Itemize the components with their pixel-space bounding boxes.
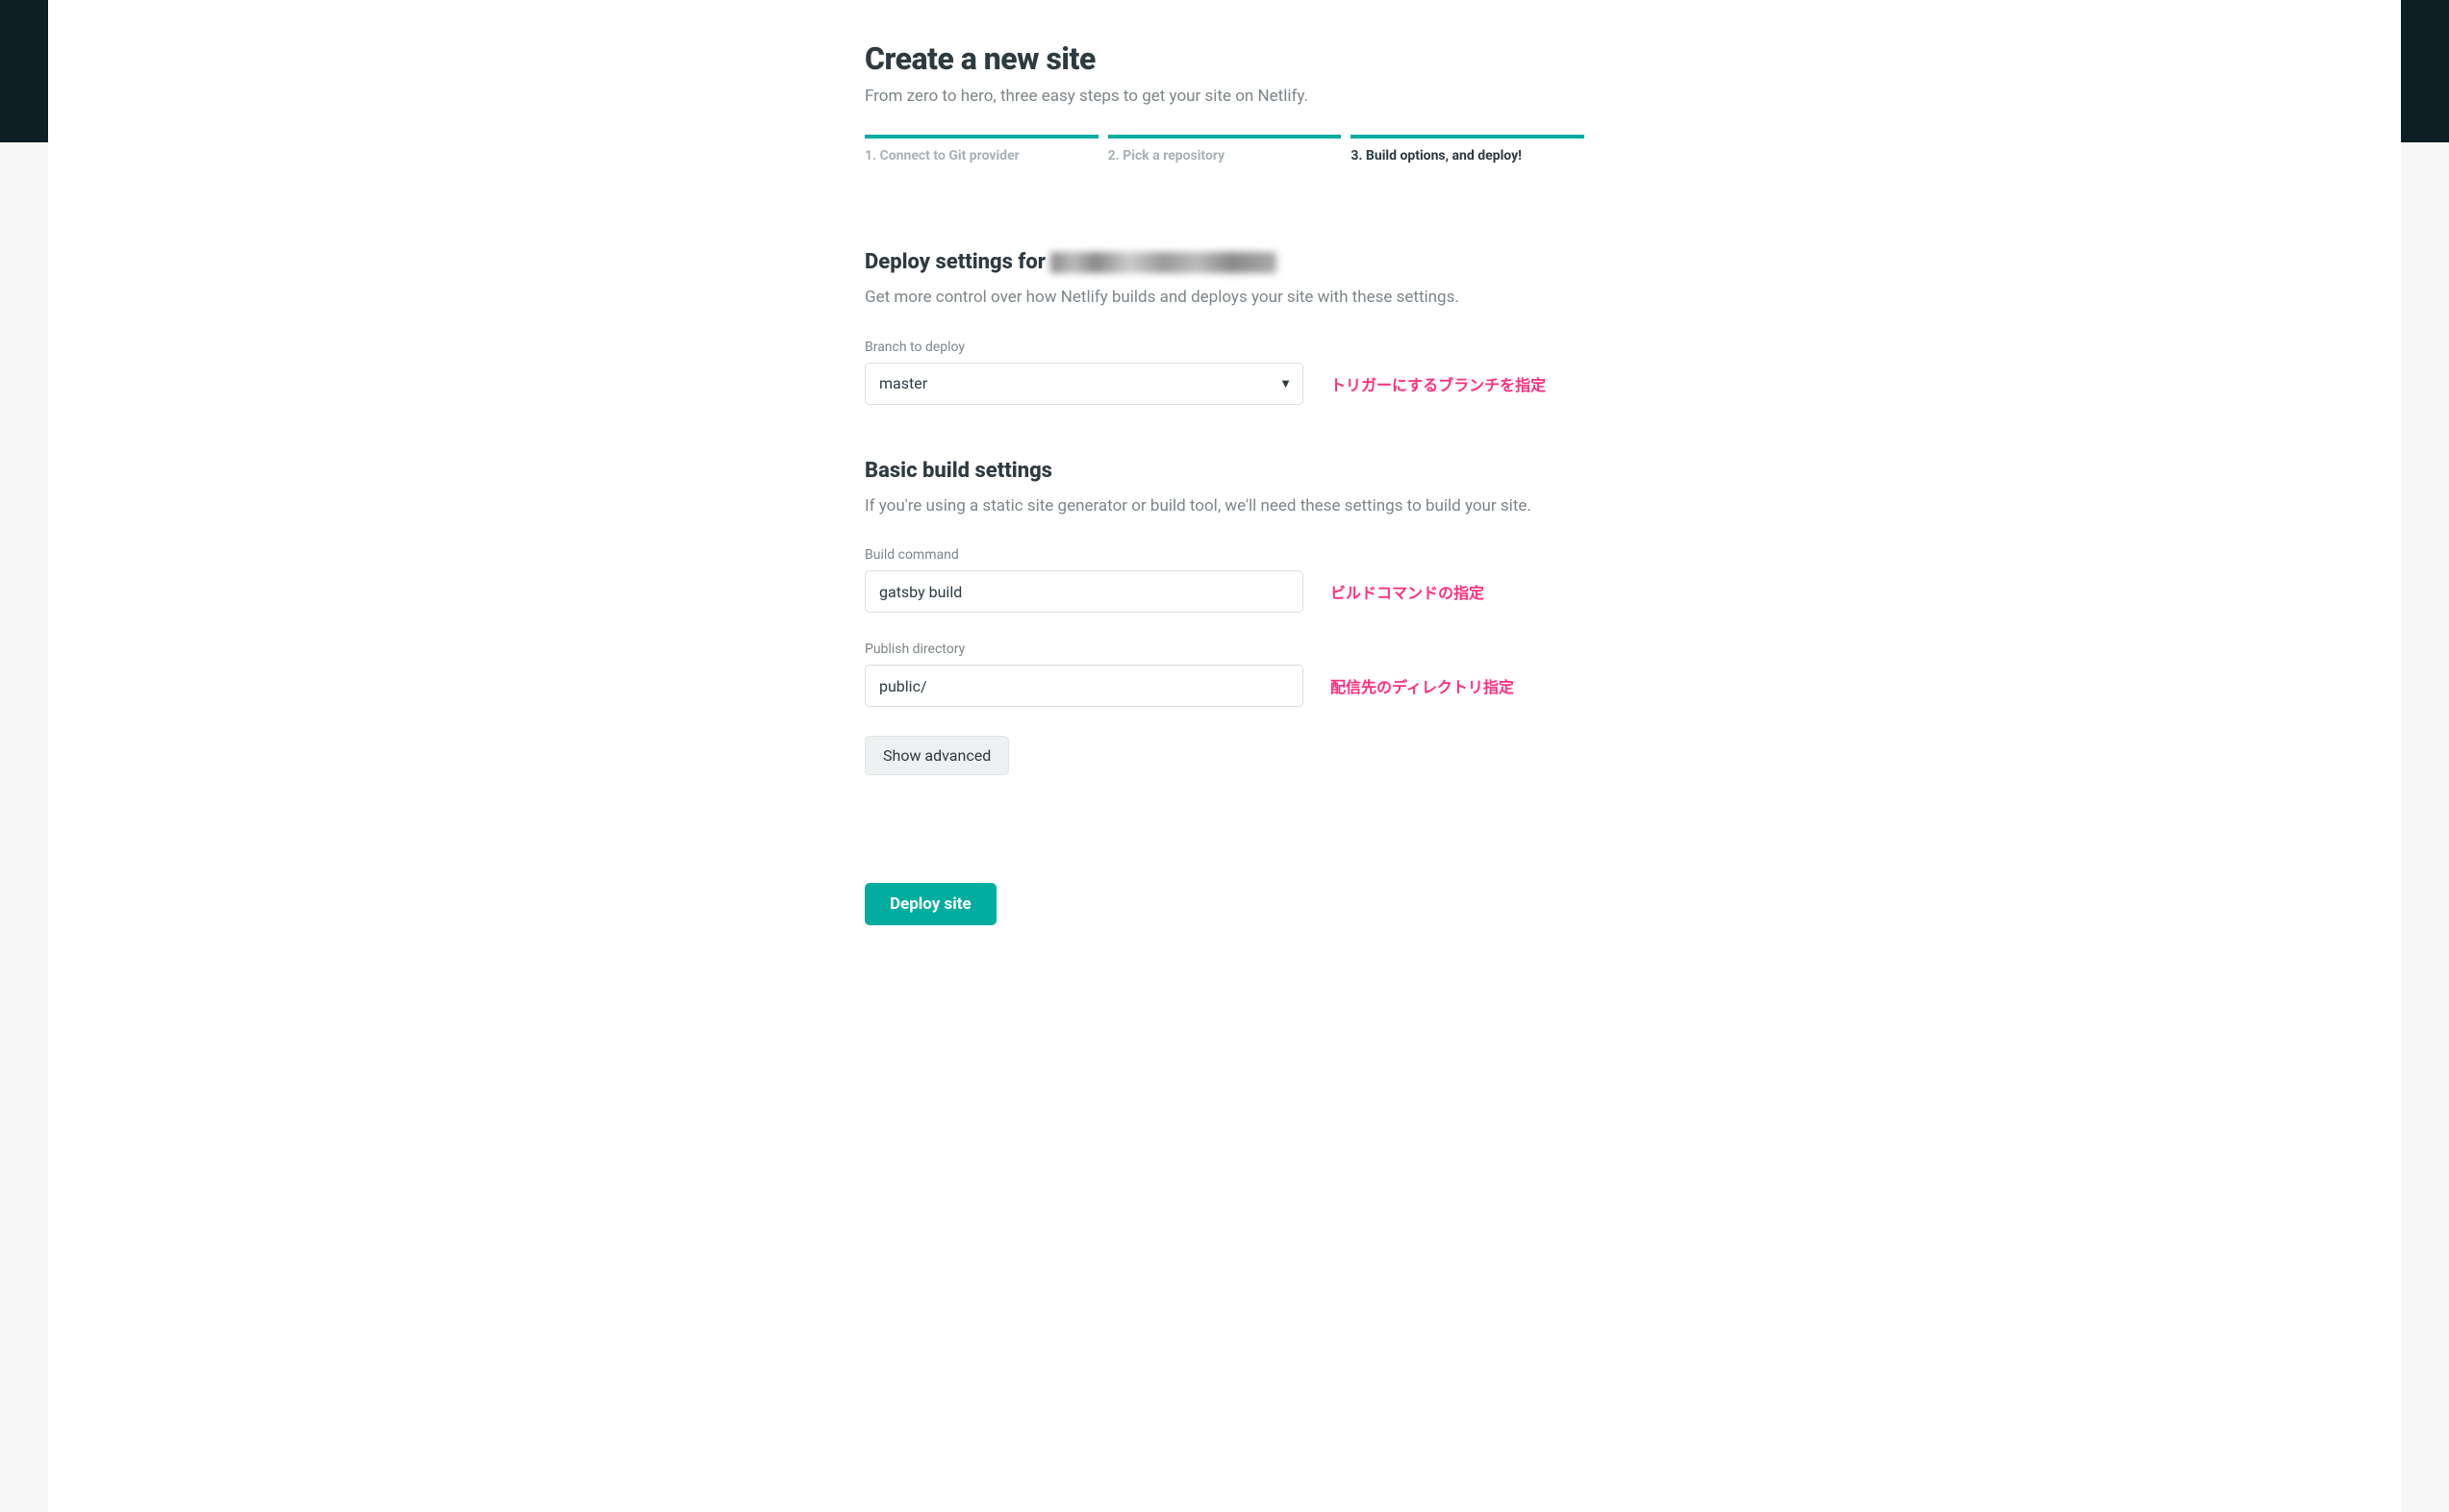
page-title: Create a new site bbox=[865, 40, 1584, 77]
content-container: Create a new site From zero to hero, thr… bbox=[865, 0, 1584, 925]
build-command-field-group: Build command ビルドコマンドの指定 bbox=[865, 547, 1584, 613]
build-command-input[interactable] bbox=[865, 570, 1303, 613]
step-2-pick-repo[interactable]: 2. Pick a repository bbox=[1108, 135, 1342, 164]
page-subtitle: From zero to hero, three easy steps to g… bbox=[865, 87, 1584, 106]
annotation-build-command: ビルドコマンドの指定 bbox=[1330, 580, 1484, 603]
build-settings-title: Basic build settings bbox=[865, 459, 1584, 483]
branch-label: Branch to deploy bbox=[865, 340, 1584, 355]
page-card: Create a new site From zero to hero, thr… bbox=[48, 0, 2401, 1512]
publish-dir-label: Publish directory bbox=[865, 642, 1584, 657]
build-settings-description: If you're using a static site generator … bbox=[865, 494, 1584, 519]
publish-dir-input[interactable] bbox=[865, 665, 1303, 707]
step-3-build-deploy[interactable]: 3. Build options, and deploy! bbox=[1351, 135, 1584, 164]
annotation-branch: トリガーにするブランチを指定 bbox=[1330, 372, 1546, 395]
branch-select[interactable]: master bbox=[865, 363, 1303, 405]
deploy-site-button[interactable]: Deploy site bbox=[865, 883, 997, 925]
repo-name-redacted bbox=[1050, 252, 1276, 273]
step-1-connect-git[interactable]: 1. Connect to Git provider bbox=[865, 135, 1098, 164]
branch-field-group: Branch to deploy master ▼ トリガーにするブランチを指定 bbox=[865, 340, 1584, 405]
show-advanced-button[interactable]: Show advanced bbox=[865, 736, 1009, 775]
deploy-settings-title-prefix: Deploy settings for bbox=[865, 250, 1046, 274]
deploy-settings-section: Deploy settings for Get more control ove… bbox=[865, 250, 1584, 405]
deploy-settings-title: Deploy settings for bbox=[865, 250, 1276, 274]
publish-dir-field-group: Publish directory 配信先のディレクトリ指定 bbox=[865, 642, 1584, 707]
deploy-settings-description: Get more control over how Netlify builds… bbox=[865, 286, 1584, 311]
stepper: 1. Connect to Git provider 2. Pick a rep… bbox=[865, 135, 1584, 164]
build-settings-section: Basic build settings If you're using a s… bbox=[865, 459, 1584, 776]
annotation-publish-dir: 配信先のディレクトリ指定 bbox=[1330, 674, 1514, 697]
build-command-label: Build command bbox=[865, 547, 1584, 563]
